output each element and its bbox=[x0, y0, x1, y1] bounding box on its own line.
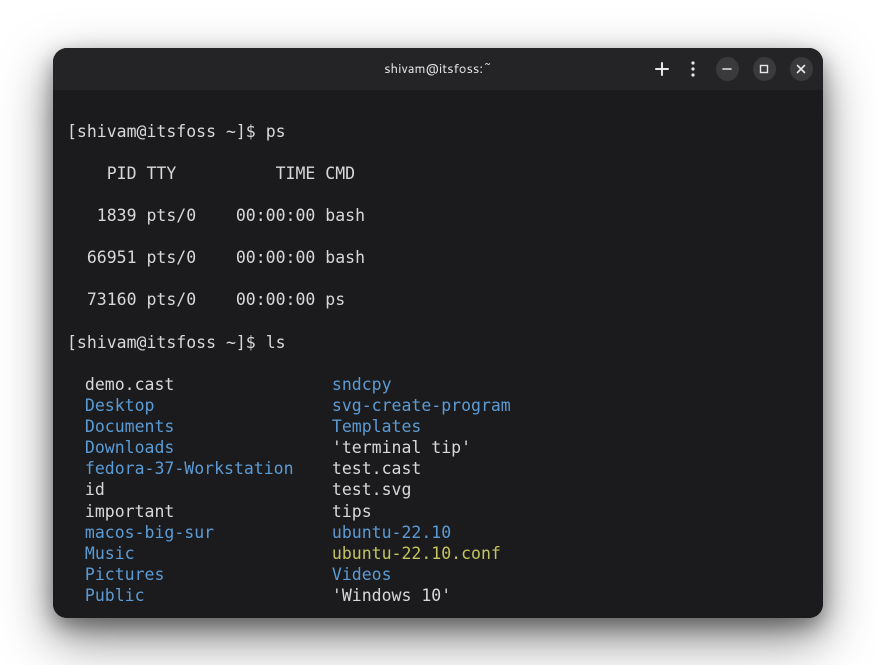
ls-entry: ubuntu-22.10 bbox=[322, 522, 809, 543]
ls-row: id test.svg bbox=[67, 479, 809, 500]
minimize-button[interactable] bbox=[716, 57, 739, 81]
ls-entry: sndcpy bbox=[322, 374, 809, 395]
ls-entry: Public bbox=[67, 585, 322, 606]
terminal-window: shivam@itsfoss:~ [shivam@itsfoss ~]$ ps … bbox=[53, 48, 823, 618]
ls-entry: test.cast bbox=[322, 458, 809, 479]
ls-entry: Videos bbox=[322, 564, 809, 585]
ls-entry: fedora-37-Workstation bbox=[67, 458, 322, 479]
ls-entry: macos-big-sur bbox=[67, 522, 322, 543]
terminal-line: [shivam@itsfoss ~]$ ps bbox=[67, 121, 809, 142]
terminal-content[interactable]: [shivam@itsfoss ~]$ ps PID TTY TIME CMD … bbox=[53, 90, 823, 618]
ls-row: Downloads 'terminal tip' bbox=[67, 437, 809, 458]
ls-entry: Pictures bbox=[67, 564, 322, 585]
ls-entry: 'terminal tip' bbox=[322, 437, 809, 458]
titlebar: shivam@itsfoss:~ bbox=[53, 48, 823, 90]
maximize-button[interactable] bbox=[753, 57, 776, 81]
ls-row: Pictures Videos bbox=[67, 564, 809, 585]
menu-button[interactable] bbox=[684, 60, 701, 78]
window-title: shivam@itsfoss:~ bbox=[223, 60, 653, 78]
ls-entry: tips bbox=[322, 501, 809, 522]
command-text: ps bbox=[266, 122, 286, 141]
ps-row: 1839 pts/0 00:00:00 bash bbox=[67, 205, 809, 226]
ps-row: 73160 pts/0 00:00:00 ps bbox=[67, 289, 809, 310]
ps-header: PID TTY TIME CMD bbox=[67, 163, 809, 184]
ls-row: demo.cast sndcpy bbox=[67, 374, 809, 395]
ls-row: Desktop svg-create-program bbox=[67, 395, 809, 416]
ls-output: demo.cast sndcpy Desktop svg-create-prog… bbox=[67, 374, 809, 606]
ls-entry: ubuntu-22.10.conf bbox=[322, 543, 809, 564]
ls-entry: Templates bbox=[322, 416, 809, 437]
ls-entry: Desktop bbox=[67, 395, 322, 416]
close-button[interactable] bbox=[790, 57, 813, 81]
ls-entry: important bbox=[67, 501, 322, 522]
ls-entry: Documents bbox=[67, 416, 322, 437]
prompt: [shivam@itsfoss ~]$ bbox=[67, 122, 266, 141]
ls-entry: test.svg bbox=[322, 479, 809, 500]
ls-row: fedora-37-Workstation test.cast bbox=[67, 458, 809, 479]
ls-row: Documents Templates bbox=[67, 416, 809, 437]
ls-entry: 'Windows 10' bbox=[322, 585, 809, 606]
terminal-line: [shivam@itsfoss ~]$ ls bbox=[67, 332, 809, 353]
command-text: ls bbox=[266, 333, 286, 352]
ls-row: Public 'Windows 10' bbox=[67, 585, 809, 606]
ls-row: Music ubuntu-22.10.conf bbox=[67, 543, 809, 564]
ls-entry: demo.cast bbox=[67, 374, 322, 395]
ls-row: macos-big-sur ubuntu-22.10 bbox=[67, 522, 809, 543]
ls-entry: id bbox=[67, 479, 322, 500]
ls-entry: Music bbox=[67, 543, 322, 564]
ls-entry: Downloads bbox=[67, 437, 322, 458]
new-tab-button[interactable] bbox=[653, 60, 670, 78]
ls-row: important tips bbox=[67, 501, 809, 522]
ps-row: 66951 pts/0 00:00:00 bash bbox=[67, 247, 809, 268]
prompt: [shivam@itsfoss ~]$ bbox=[67, 333, 266, 352]
ls-entry: svg-create-program bbox=[322, 395, 809, 416]
